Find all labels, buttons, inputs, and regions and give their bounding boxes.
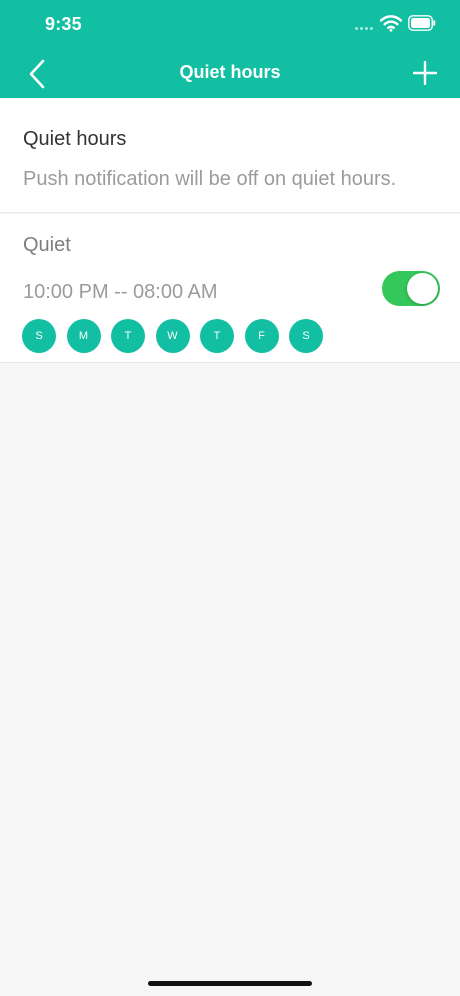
rule-enabled-toggle[interactable]: [382, 271, 440, 306]
day-tuesday: T: [111, 319, 145, 353]
intro-description: Push notification will be off on quiet h…: [23, 168, 397, 190]
battery-icon: [408, 15, 436, 31]
cellular-signal-icon: [355, 27, 375, 31]
day-monday: M: [66, 319, 101, 353]
day-wednesday: W: [155, 319, 190, 353]
rule-name: Quiet: [23, 234, 71, 256]
status-time: 9:35: [45, 14, 82, 34]
day-sunday: S: [22, 319, 56, 353]
home-indicator: [148, 981, 312, 986]
intro-title: Quiet hours: [23, 128, 127, 150]
day-friday: F: [244, 319, 279, 353]
day-saturday: S: [289, 319, 323, 353]
back-chevron-icon[interactable]: [26, 58, 50, 90]
add-plus-icon[interactable]: [413, 61, 437, 85]
day-thursday: T: [200, 319, 234, 353]
page-title: Quiet hours: [179, 62, 281, 82]
quiet-hours-intro: Quiet hours Push notification will be of…: [0, 98, 460, 213]
quiet-rule-card[interactable]: Quiet 10:00 PM -- 08:00 AM S M T W T F S: [0, 214, 460, 363]
top-bar: 9:35 Quiet hours: [0, 0, 460, 98]
rule-time-range: 10:00 PM -- 08:00 AM: [23, 281, 218, 303]
toggle-knob: [407, 273, 438, 304]
wifi-icon: [380, 15, 402, 32]
